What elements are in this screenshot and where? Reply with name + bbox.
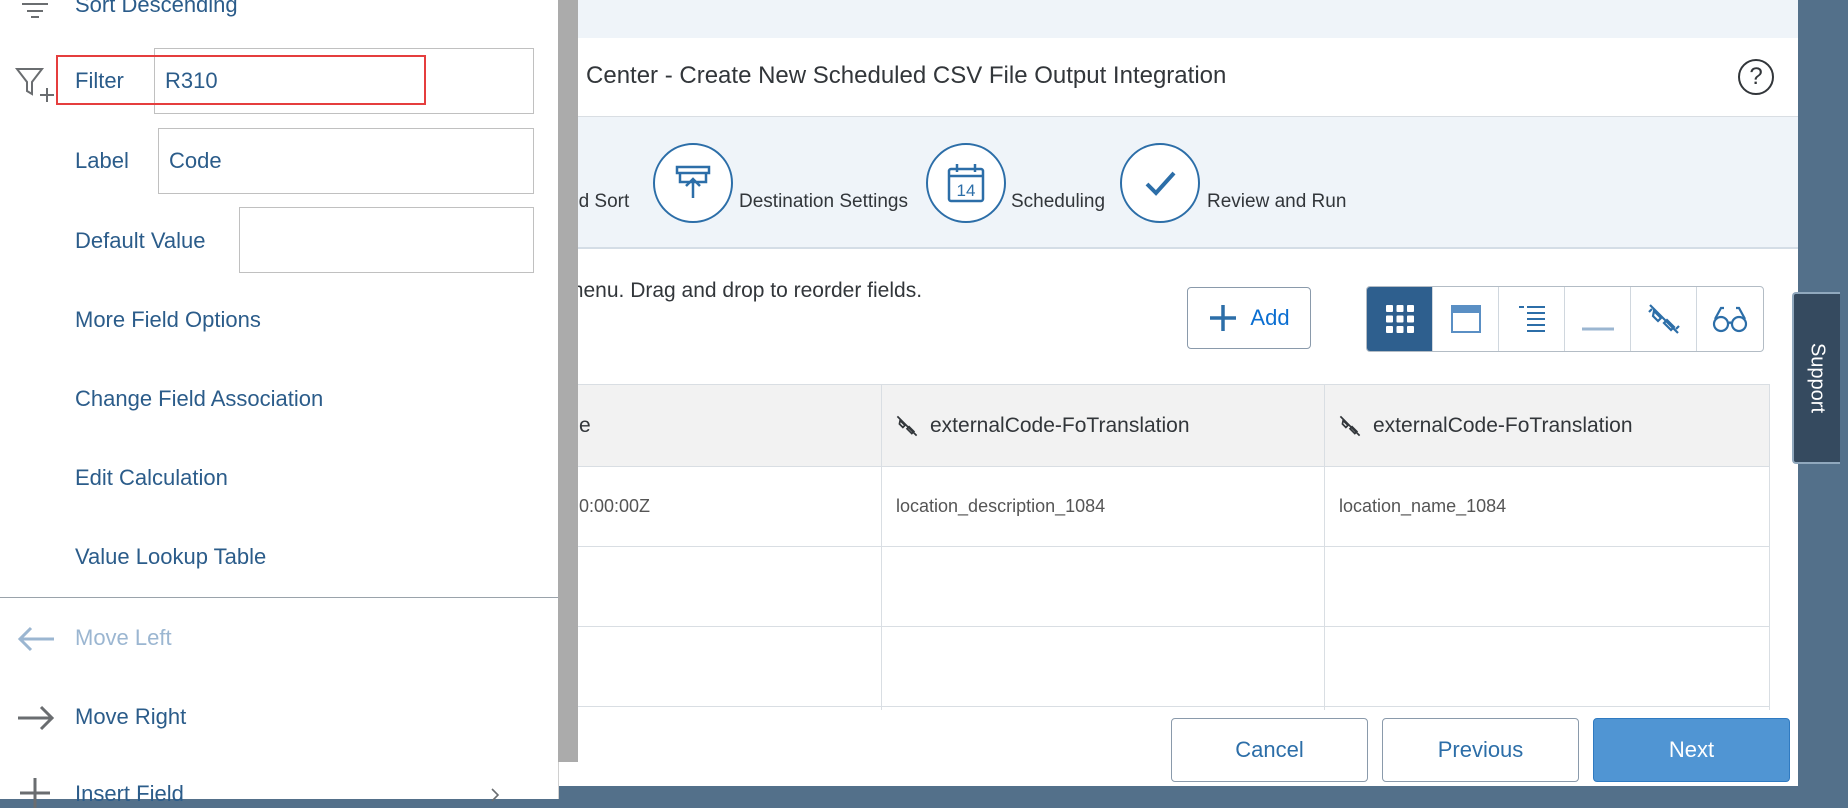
plus-icon <box>1210 305 1237 331</box>
list-view-button[interactable] <box>1499 287 1565 351</box>
step-scheduling[interactable]: 14 <box>926 143 1006 223</box>
glasses-icon <box>1712 306 1748 333</box>
column-header[interactable]: externalCode-FoTranslation <box>882 385 1324 467</box>
chevron-right-icon <box>491 788 500 802</box>
arrow-left-icon <box>17 626 54 652</box>
filter-add-icon <box>14 68 54 102</box>
column-header-label: externalCode-FoTranslation <box>930 413 1190 437</box>
table-cell: location_name_1084 <box>1325 467 1769 547</box>
previous-button[interactable]: Previous <box>1382 718 1579 782</box>
menu-item-value-lookup-table[interactable]: Value Lookup Table <box>75 544 266 570</box>
sort-descending-icon <box>22 3 48 18</box>
step-label-destination[interactable]: Destination Settings <box>739 191 908 213</box>
label-label: Label <box>75 148 129 173</box>
menu-item-insert-field[interactable]: Insert Field <box>75 781 184 807</box>
unlink-button[interactable] <box>1631 287 1697 351</box>
step-review-run[interactable] <box>1120 143 1200 223</box>
column-header[interactable]: e <box>567 385 881 467</box>
table-cell <box>1325 627 1769 707</box>
table-column: externalCode-FoTranslation location_name… <box>1325 385 1769 710</box>
table-cell <box>567 547 881 627</box>
minimize-button[interactable] <box>1565 287 1631 351</box>
window-icon <box>1450 305 1481 333</box>
next-button[interactable]: Next <box>1593 718 1790 782</box>
menu-item-edit-calculation[interactable]: Edit Calculation <box>75 465 228 491</box>
table-cell <box>1325 547 1769 627</box>
instruction-text: menu. Drag and drop to reorder fields. <box>566 279 923 302</box>
unlink-icon <box>1339 415 1361 436</box>
calendar-day: 14 <box>957 181 976 200</box>
table-cell <box>567 627 881 707</box>
menu-item-move-left[interactable]: Move Left <box>75 625 172 651</box>
column-header-label: externalCode-FoTranslation <box>1373 413 1633 437</box>
label-input[interactable]: Code <box>158 128 534 194</box>
checkmark-icon <box>1145 171 1176 196</box>
preview-button[interactable] <box>1697 287 1763 351</box>
plus-icon <box>20 778 50 808</box>
support-tab[interactable]: Support <box>1792 292 1840 464</box>
dialog-title: n Center - Create New Scheduled CSV File… <box>566 62 1227 89</box>
column-header-label: e <box>579 413 591 437</box>
table-cell <box>882 627 1324 707</box>
default-value-label: Default Value <box>75 228 206 253</box>
view-toolbar <box>1366 286 1764 352</box>
column-context-menu: Sort Descending Filter R310 Label Code D… <box>0 0 559 808</box>
grid-view-button[interactable] <box>1367 287 1433 351</box>
menu-item-move-right[interactable]: Move Right <box>75 704 186 730</box>
step-label-scheduling[interactable]: Scheduling <box>1011 191 1105 213</box>
add-button-label: Add <box>1250 305 1290 330</box>
window-view-button[interactable] <box>1433 287 1499 351</box>
filter-highlight <box>56 55 426 105</box>
add-button[interactable]: Add <box>1187 287 1311 349</box>
menu-item-change-field-association[interactable]: Change Field Association <box>75 386 323 412</box>
cancel-button[interactable]: Cancel <box>1171 718 1368 782</box>
menu-item-sort-descending[interactable]: Sort Descending <box>75 0 238 18</box>
upload-screen-icon <box>675 165 711 198</box>
column-header[interactable]: externalCode-FoTranslation <box>1325 385 1769 467</box>
default-value-input[interactable] <box>239 207 534 273</box>
unlink-icon <box>1647 304 1680 334</box>
step-destination-settings[interactable] <box>653 143 733 223</box>
support-label: Support <box>1806 342 1829 414</box>
arrow-right-icon <box>18 705 55 731</box>
help-icon[interactable]: ? <box>1738 59 1774 95</box>
table-cell: 0:00:00Z <box>567 467 881 547</box>
grid-icon <box>1385 305 1414 333</box>
table-column: externalCode-FoTranslation location_desc… <box>882 385 1325 710</box>
table-cell <box>882 547 1324 627</box>
menu-scrollbar[interactable] <box>558 0 578 762</box>
step-label-review[interactable]: Review and Run <box>1207 191 1346 213</box>
table-cell: location_description_1084 <box>882 467 1324 547</box>
fields-table: e 0:00:00Z externalCode-FoTranslation lo… <box>566 384 1770 710</box>
minimize-icon <box>1581 327 1614 331</box>
menu-separator <box>0 597 558 598</box>
calendar-icon: 14 <box>947 164 985 203</box>
unlink-icon <box>896 415 918 436</box>
list-icon <box>1518 306 1545 332</box>
menu-item-more-field-options[interactable]: More Field Options <box>75 307 261 333</box>
table-column: e 0:00:00Z <box>567 385 882 710</box>
